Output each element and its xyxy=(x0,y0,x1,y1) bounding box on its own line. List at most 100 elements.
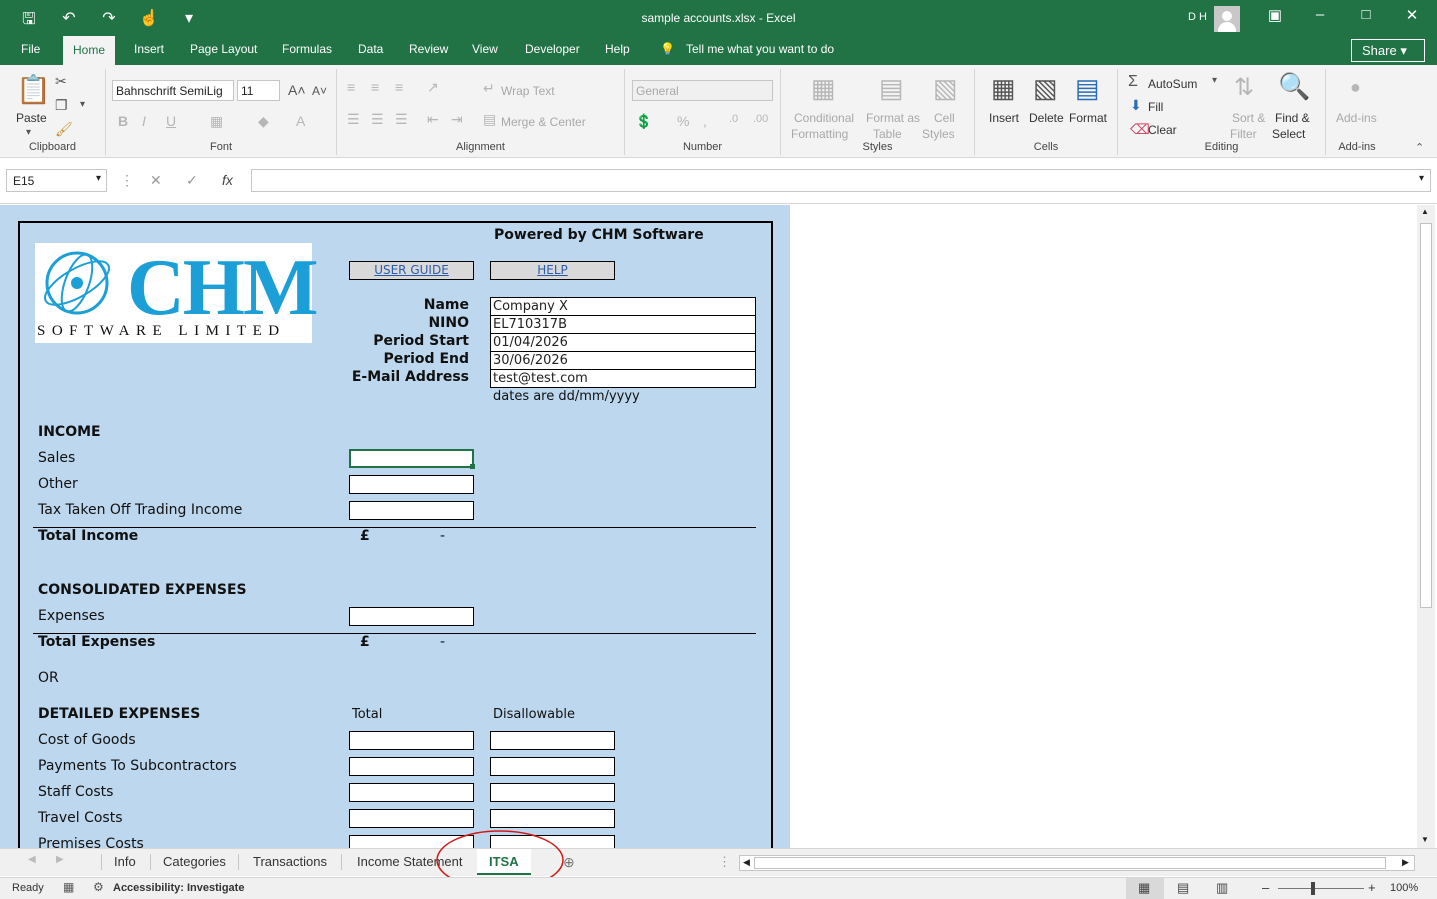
insert-function-icon[interactable]: fx xyxy=(222,172,233,188)
nino-field[interactable]: EL710317B xyxy=(490,315,756,334)
align-right-icon[interactable]: ☰ xyxy=(395,111,408,128)
bold-icon[interactable]: B xyxy=(118,113,128,129)
staff-costs-total-input[interactable] xyxy=(349,783,474,802)
formula-input[interactable]: ▾ xyxy=(251,169,1431,192)
underline-icon[interactable]: U xyxy=(166,113,176,129)
sales-input[interactable] xyxy=(349,449,474,468)
email-field[interactable]: test@test.com xyxy=(490,369,756,388)
page-layout-view-icon[interactable]: ▤ xyxy=(1177,880,1189,896)
orientation-icon[interactable]: ↗ xyxy=(427,79,439,96)
horizontal-scroll-thumb[interactable] xyxy=(754,857,1386,869)
tab-review[interactable]: Review xyxy=(409,42,448,56)
tab-data[interactable]: Data xyxy=(358,42,383,56)
delete-cells-button[interactable]: Delete xyxy=(1029,111,1064,125)
worksheet[interactable]: CHM SOFTWARE LIMITED Powered by CHM Soft… xyxy=(0,205,1437,848)
minimize-button[interactable]: – xyxy=(1305,6,1335,23)
vertical-scrollbar[interactable]: ▲ ▼ xyxy=(1417,205,1435,848)
clear-button[interactable]: Clear xyxy=(1148,123,1177,137)
borders-icon[interactable]: ▦ xyxy=(210,113,223,130)
sort-filter-icon[interactable]: ⇅ xyxy=(1234,73,1254,102)
scroll-up-icon[interactable]: ▲ xyxy=(1421,207,1429,216)
fill-color-icon[interactable]: ◆ xyxy=(258,113,269,130)
tell-me-search[interactable]: Tell me what you want to do xyxy=(686,42,834,56)
format-cells-icon[interactable]: ▤ xyxy=(1075,73,1100,104)
normal-view-button[interactable]: ▦ xyxy=(1126,878,1164,899)
maximize-button[interactable]: □ xyxy=(1351,6,1381,23)
tab-page-layout[interactable]: Page Layout xyxy=(190,42,257,56)
tab-view[interactable]: View xyxy=(472,42,498,56)
help-button[interactable]: HELP xyxy=(490,261,615,280)
decrease-decimal-icon[interactable]: .00 xyxy=(753,113,768,125)
font-color-icon[interactable]: A xyxy=(296,113,305,129)
decrease-indent-icon[interactable]: ⇤ xyxy=(427,111,439,128)
tab-developer[interactable]: Developer xyxy=(525,42,580,56)
tab-help[interactable]: Help xyxy=(605,42,630,56)
autosum-icon[interactable]: Σ xyxy=(1128,73,1138,91)
autosum-dropdown-icon[interactable]: ▾ xyxy=(1212,75,1217,86)
fill-handle[interactable] xyxy=(470,464,475,469)
subcontractors-total-input[interactable] xyxy=(349,757,474,776)
ribbon-display-icon[interactable]: ▣ xyxy=(1260,6,1290,24)
conditional-formatting-icon[interactable]: ▦ xyxy=(811,73,836,104)
tab-file[interactable]: File xyxy=(21,42,40,56)
accessibility-status[interactable]: Accessibility: Investigate xyxy=(113,882,244,894)
tab-splitter-icon[interactable]: ⋮ xyxy=(718,854,731,870)
paste-button[interactable]: Paste xyxy=(16,111,47,125)
subcontractors-disallowable-input[interactable] xyxy=(490,757,615,776)
tab-insert[interactable]: Insert xyxy=(134,42,164,56)
find-select-icon[interactable]: 🔍 xyxy=(1278,71,1310,102)
staff-costs-disallowable-input[interactable] xyxy=(490,783,615,802)
user-guide-button[interactable]: USER GUIDE xyxy=(349,261,474,280)
increase-decimal-icon[interactable]: .0 xyxy=(729,113,738,125)
align-center-icon[interactable]: ☰ xyxy=(371,111,384,128)
delete-cells-icon[interactable]: ▧ xyxy=(1033,73,1058,104)
percent-icon[interactable]: % xyxy=(677,113,689,129)
bottom-align-icon[interactable]: ≡ xyxy=(395,79,403,95)
tax-taken-off-input[interactable] xyxy=(349,501,474,520)
increase-indent-icon[interactable]: ⇥ xyxy=(451,111,463,128)
middle-align-icon[interactable]: ≡ xyxy=(371,79,379,95)
sheet-tab-transactions[interactable]: Transactions xyxy=(253,854,327,869)
cut-icon[interactable]: ✂ xyxy=(55,73,67,90)
format-cells-button[interactable]: Format xyxy=(1069,111,1107,125)
next-sheet-icon[interactable]: ▶ xyxy=(56,854,64,865)
merge-center-button[interactable]: Merge & Center xyxy=(501,115,586,129)
avatar[interactable] xyxy=(1214,6,1240,32)
format-as-table-icon[interactable]: ▤ xyxy=(879,73,904,104)
align-left-icon[interactable]: ☰ xyxy=(347,111,360,128)
accessibility-icon[interactable]: ⚙ xyxy=(93,880,104,894)
zoom-out-icon[interactable]: – xyxy=(1262,880,1269,895)
copy-dropdown-icon[interactable]: ▾ xyxy=(80,99,85,110)
top-align-icon[interactable]: ≡ xyxy=(347,79,355,95)
zoom-slider[interactable] xyxy=(1278,888,1364,889)
horizontal-scrollbar[interactable]: ◀ ▶ xyxy=(739,855,1415,871)
wrap-text-icon[interactable]: ↵ xyxy=(483,80,495,97)
zoom-level[interactable]: 100% xyxy=(1390,882,1418,894)
cost-of-goods-disallowable-input[interactable] xyxy=(490,731,615,750)
addins-icon[interactable]: ● xyxy=(1350,77,1361,98)
other-input[interactable] xyxy=(349,475,474,494)
clear-icon[interactable]: ⌫ xyxy=(1130,121,1150,138)
zoom-slider-thumb[interactable] xyxy=(1311,882,1315,895)
expand-formula-icon[interactable]: ▾ xyxy=(1419,173,1424,184)
close-button[interactable]: ✕ xyxy=(1397,6,1427,24)
sort-filter-button[interactable]: Sort & xyxy=(1232,111,1265,125)
fill-button[interactable]: Fill xyxy=(1148,100,1163,114)
share-button[interactable]: Share ▾ xyxy=(1351,39,1425,62)
font-name-combo[interactable]: Bahnschrift SemiLig xyxy=(112,80,234,101)
name-box-dropdown-icon[interactable]: ▾ xyxy=(96,173,101,184)
insert-cells-icon[interactable]: ▦ xyxy=(991,73,1016,104)
find-select-button[interactable]: Find & xyxy=(1275,111,1310,125)
autosum-button[interactable]: AutoSum xyxy=(1148,77,1197,91)
cell-styles-icon[interactable]: ▧ xyxy=(933,73,958,104)
paste-icon[interactable]: 📋 xyxy=(16,73,51,106)
decrease-font-icon[interactable]: A˅ xyxy=(312,84,327,98)
vertical-scroll-thumb[interactable] xyxy=(1420,223,1432,608)
format-painter-icon[interactable]: 🖌 xyxy=(55,121,73,138)
name-field[interactable]: Company X xyxy=(490,297,756,316)
collapse-ribbon-icon[interactable]: ⌃ xyxy=(1415,141,1424,154)
expenses-input[interactable] xyxy=(349,607,474,626)
sheet-tab-info[interactable]: Info xyxy=(114,854,136,869)
number-format-combo[interactable]: General xyxy=(632,80,773,101)
tab-home[interactable]: Home xyxy=(63,36,116,65)
